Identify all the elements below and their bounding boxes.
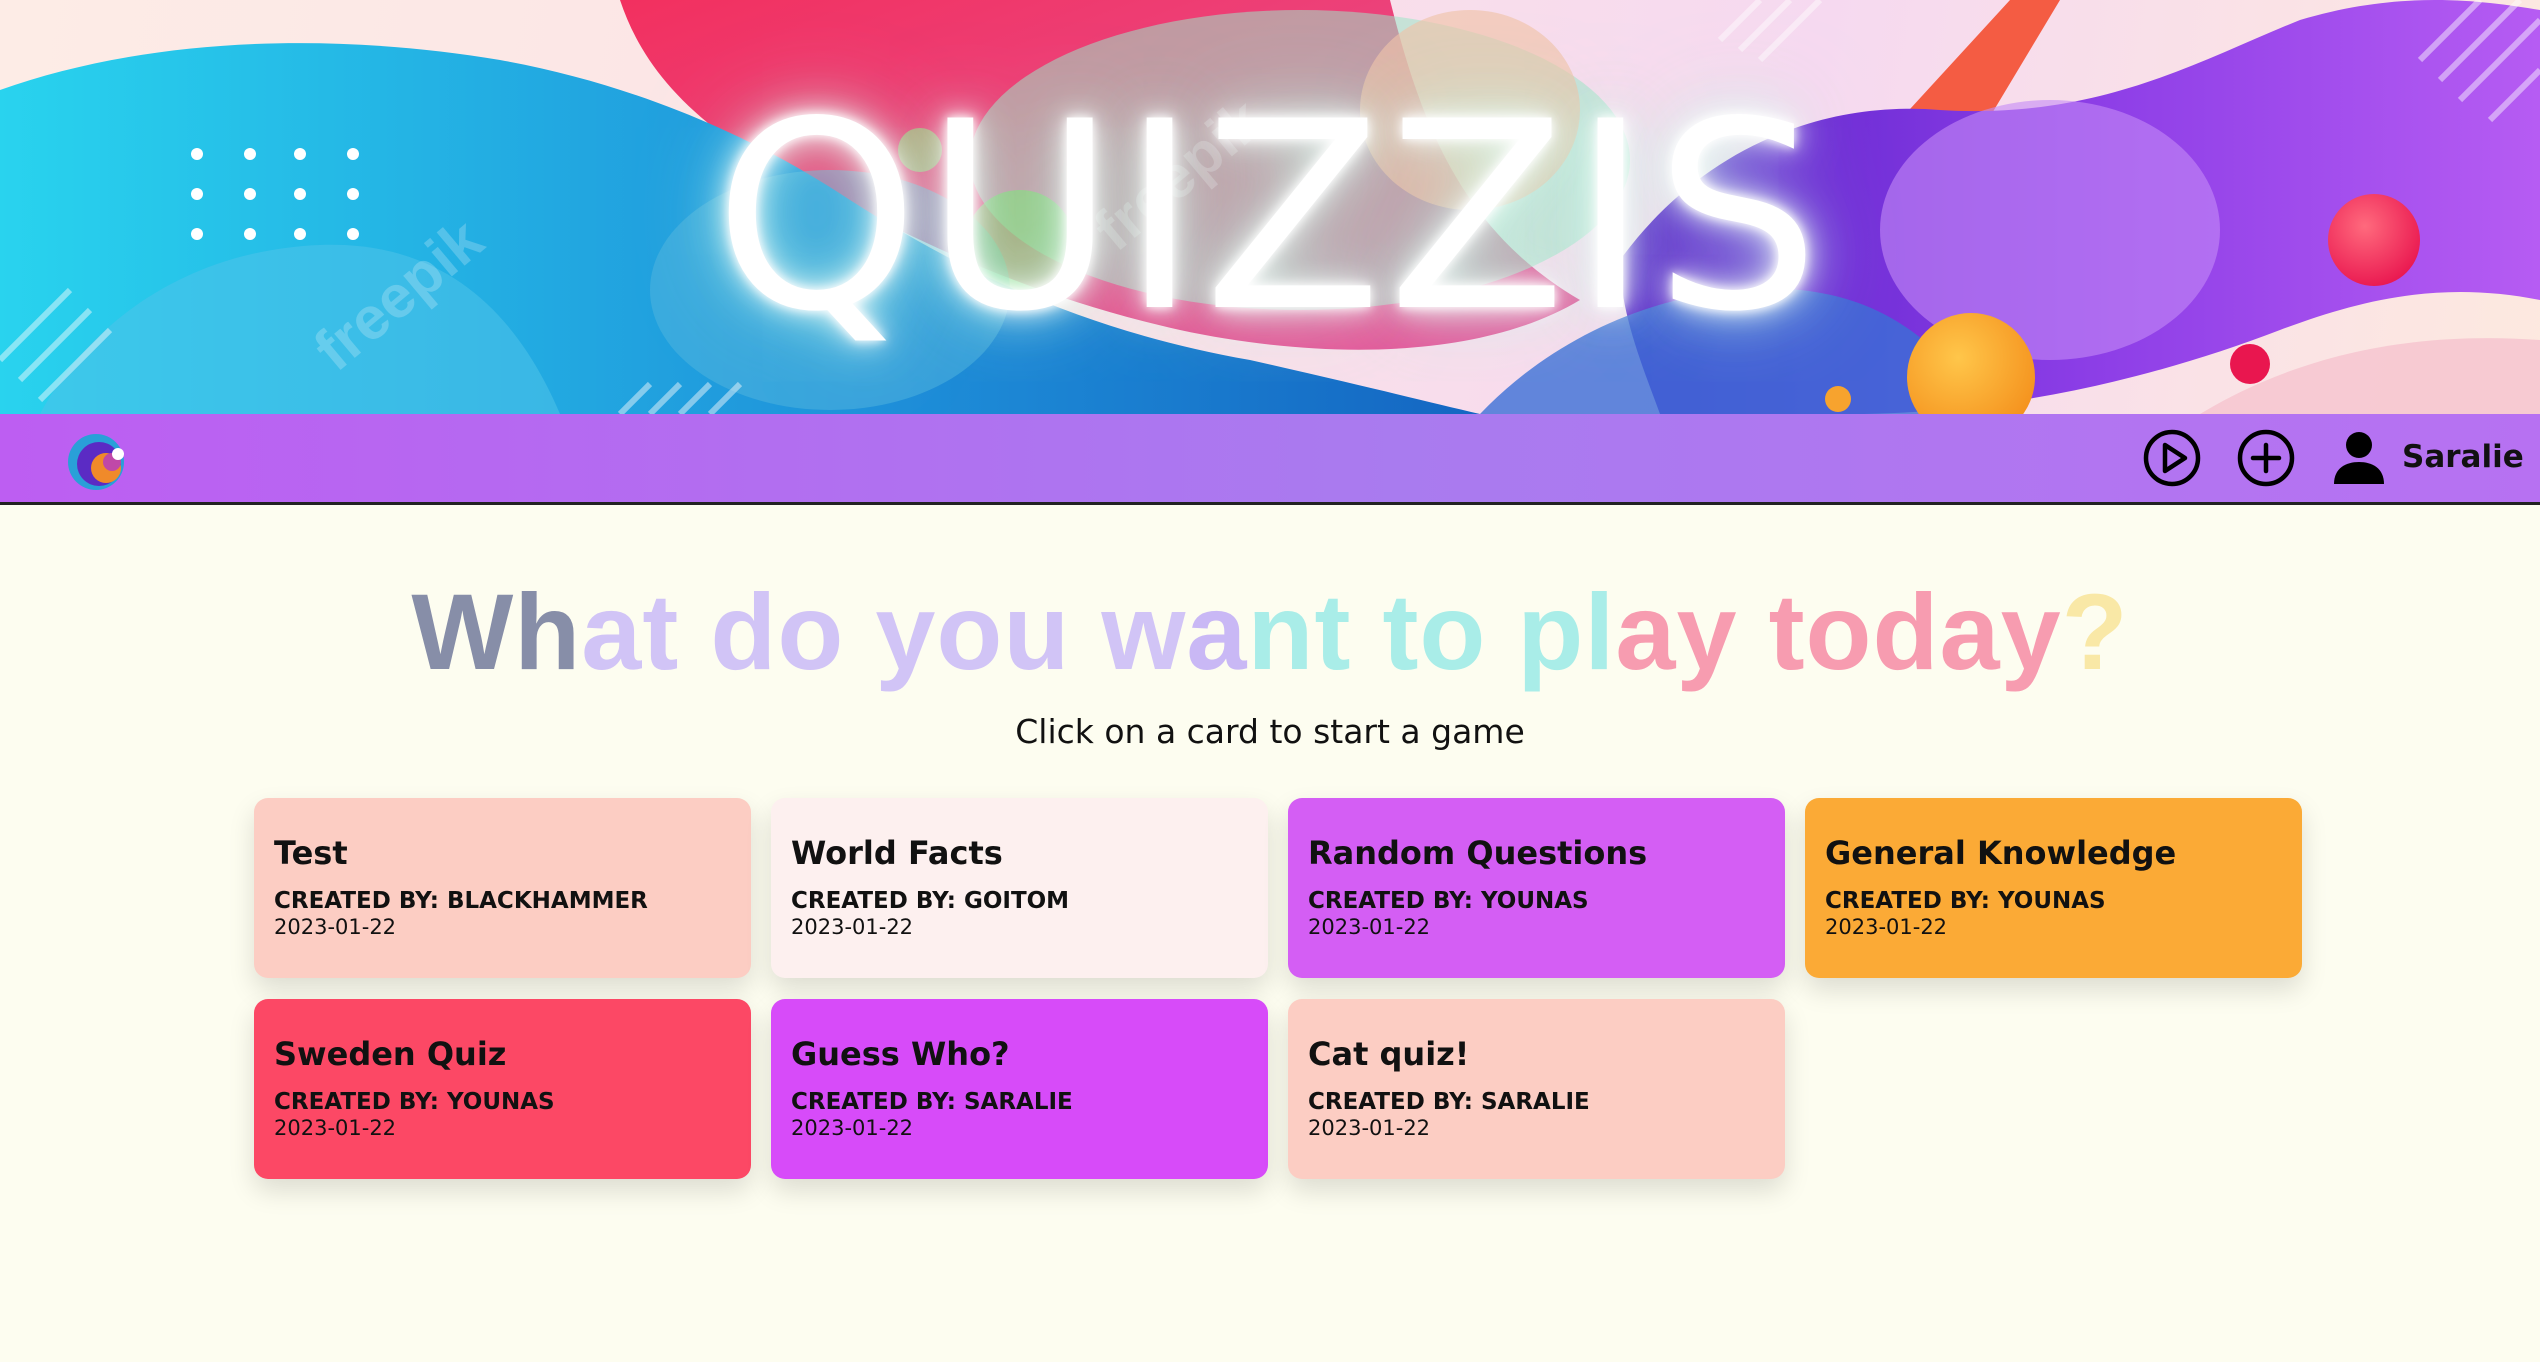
quiz-card-date: 2023-01-22 [1308, 1116, 1431, 1140]
quiz-card-title: Random Questions [1308, 834, 1648, 872]
quiz-card-title: World Facts [791, 834, 1003, 872]
plus-circle-icon[interactable] [2236, 428, 2296, 488]
user-icon [2334, 432, 2384, 484]
quiz-card[interactable]: Test CREATED BY: BLACKHAMMER 2023-01-22 [254, 798, 751, 978]
quiz-card-author: CREATED BY: SARALIE [1308, 1089, 1590, 1115]
quiz-card-author: CREATED BY: BLACKHAMMER [274, 888, 648, 914]
quiz-card[interactable]: Random Questions CREATED BY: YOUNAS 2023… [1288, 798, 1785, 978]
subtitle: Click on a card to start a game [1015, 712, 1525, 751]
quiz-card-title: Sweden Quiz [274, 1035, 507, 1073]
quiz-card[interactable]: General Knowledge CREATED BY: YOUNAS 202… [1805, 798, 2302, 978]
quiz-card[interactable]: Cat quiz! CREATED BY: SARALIE 2023-01-22 [1288, 999, 1785, 1179]
navbar: Saralie [0, 414, 2540, 505]
username: Saralie [2402, 439, 2524, 475]
quiz-card-date: 2023-01-22 [791, 1116, 914, 1140]
quiz-card-title: General Knowledge [1825, 834, 2177, 872]
headline: What do you want to play today? [411, 571, 2129, 692]
quiz-card[interactable]: Guess Who? CREATED BY: SARALIE 2023-01-2… [771, 999, 1268, 1179]
quiz-card-date: 2023-01-22 [1308, 915, 1431, 939]
play-circle-icon[interactable] [2142, 428, 2202, 488]
quiz-card[interactable]: Sweden Quiz CREATED BY: YOUNAS 2023-01-2… [254, 999, 751, 1179]
quiz-card-author: CREATED BY: YOUNAS [274, 1089, 555, 1115]
quiz-card-date: 2023-01-22 [791, 915, 914, 939]
quiz-card-date: 2023-01-22 [274, 1116, 397, 1140]
quiz-card-author: CREATED BY: YOUNAS [1825, 888, 2106, 914]
quiz-card-title: Cat quiz! [1308, 1035, 1470, 1073]
quiz-card-date: 2023-01-22 [1825, 915, 1948, 939]
quiz-card-author: CREATED BY: YOUNAS [1308, 888, 1589, 914]
user-menu[interactable]: Saralie [2330, 424, 2524, 490]
quiz-card[interactable]: World Facts CREATED BY: GOITOM 2023-01-2… [771, 798, 1268, 978]
quiz-card-title: Guess Who? [791, 1035, 1010, 1073]
swirl-logo-icon[interactable] [66, 428, 130, 492]
quiz-card-author: CREATED BY: GOITOM [791, 888, 1070, 914]
quiz-card-author: CREATED BY: SARALIE [791, 1089, 1073, 1115]
app-title: QUIZZIS [714, 67, 1826, 369]
quiz-card-date: 2023-01-22 [274, 915, 397, 939]
quiz-card-grid: Test CREATED BY: BLACKHAMMER 2023-01-22 … [254, 798, 2302, 1179]
quiz-card-title: Test [274, 834, 348, 872]
hero-banner: freepik freepik QUIZZIS [0, 0, 2540, 414]
